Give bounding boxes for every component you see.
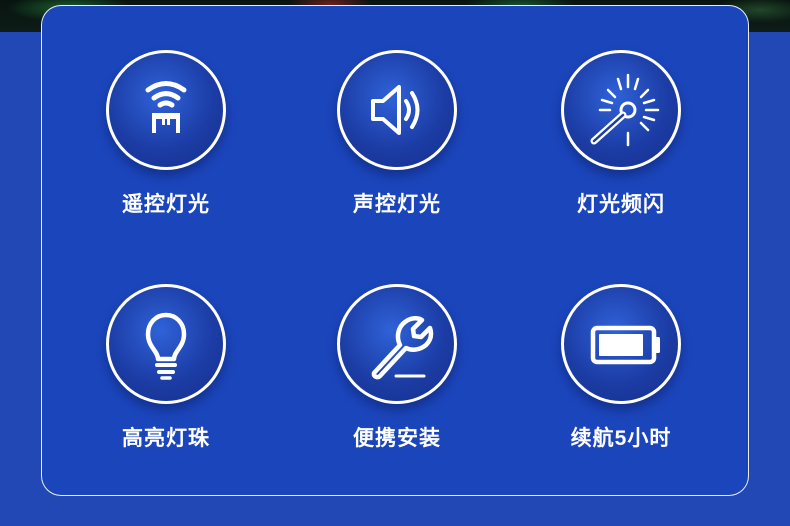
feature-bright-leds: 高亮灯珠 (68, 284, 268, 484)
feature-label: 高亮灯珠 (122, 427, 210, 450)
wrench-icon (371, 316, 434, 380)
strobe-icon (590, 73, 660, 147)
feature-sound-light: 声控灯光 (299, 50, 499, 250)
speaker-icon (371, 85, 420, 135)
feature-portable-install: 便携安装 (299, 284, 499, 484)
lightbulb-icon (145, 312, 187, 380)
feature-label: 遥控灯光 (122, 193, 210, 216)
features-panel: 遥控灯光 声控灯光 灯光频闪 高亮灯珠 便携安装 续航5小时 (41, 5, 749, 496)
feature-label: 便携安装 (353, 427, 441, 450)
feature-label: 续航5小时 (570, 427, 672, 450)
feature-icon-circle (561, 284, 681, 404)
feature-icon-circle (561, 50, 681, 170)
feature-label: 灯光频闪 (577, 193, 665, 216)
feature-remote-light: 遥控灯光 (68, 50, 268, 250)
battery-icon (590, 325, 660, 365)
feature-icon-circle (337, 50, 457, 170)
wifi-remote-icon (145, 81, 187, 133)
feature-strobe: 灯光频闪 (523, 50, 723, 250)
feature-label: 声控灯光 (353, 193, 441, 216)
feature-icon-circle (106, 50, 226, 170)
feature-icon-circle (337, 284, 457, 404)
feature-icon-circle (106, 284, 226, 404)
feature-battery-life: 续航5小时 (523, 284, 723, 484)
